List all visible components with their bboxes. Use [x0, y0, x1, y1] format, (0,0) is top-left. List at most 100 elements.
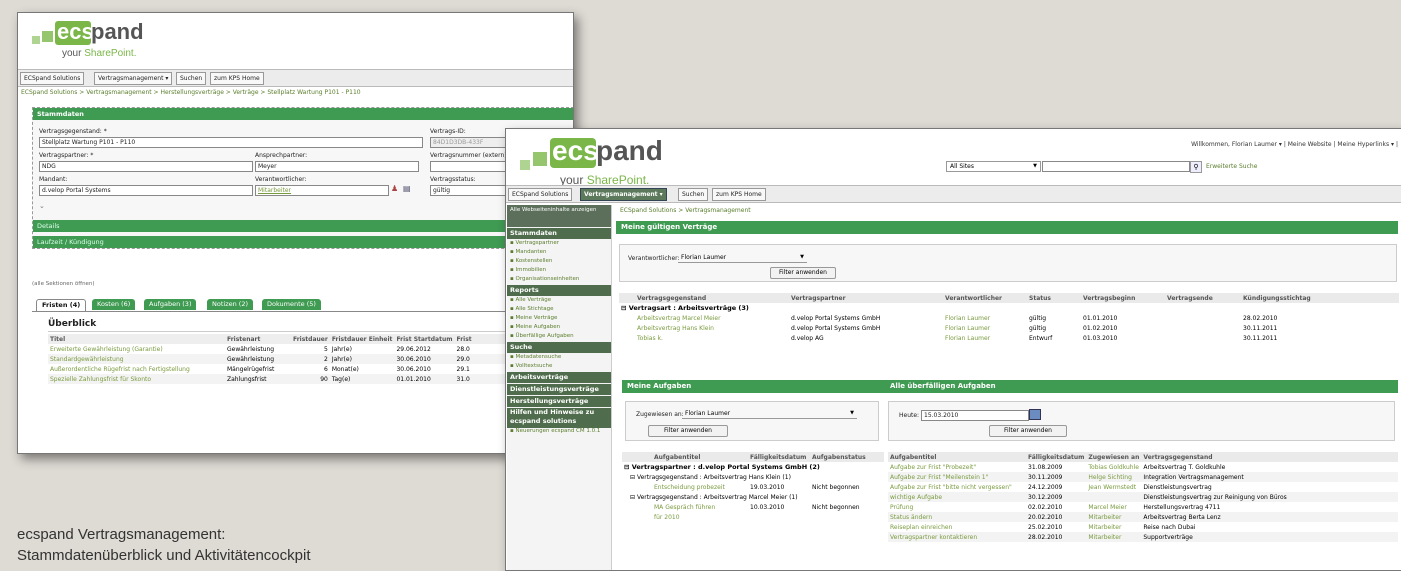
- table-row[interactable]: Aufgabe zur Frist "Meilenstein 1" 30.11.2…: [888, 472, 1398, 482]
- advanced-search-link[interactable]: Erweiterte Suche: [1206, 163, 1257, 170]
- sidebar-item[interactable]: ▪ Volltextsuche: [507, 362, 611, 371]
- partner-field[interactable]: NDG: [39, 161, 253, 172]
- address-book-icon[interactable]: ▤: [403, 184, 411, 193]
- nav-suchen[interactable]: Suchen: [176, 72, 207, 85]
- sidebar-hide-link[interactable]: Alle Webseiteninhalte anzeigen: [507, 205, 611, 227]
- expand-all-link[interactable]: (alle Sektionen öffnen): [32, 281, 95, 287]
- tab-notizen[interactable]: Notizen (2): [207, 299, 253, 310]
- subgroup-row[interactable]: ⊟ Vertragsgegenstand : Arbeitsvertrag Ma…: [622, 492, 884, 502]
- collapse-chevron-icon[interactable]: ⌄: [39, 202, 45, 210]
- table-row[interactable]: Spezielle Zahlungsfrist für Skonto Zahlun…: [48, 374, 573, 384]
- sidebar-group-dienstleistungsvertraege[interactable]: Dienstleistungsverträge: [507, 384, 611, 395]
- col-aufgabentitel[interactable]: Aufgabentitel: [888, 452, 1026, 462]
- sidebar-group-reports[interactable]: Reports: [507, 285, 611, 296]
- verantw-filter-select[interactable]: Florian Laumer ▼: [678, 253, 807, 263]
- heute-date-field[interactable]: 15.03.2010: [921, 410, 1029, 421]
- nav-suchen[interactable]: Suchen: [678, 188, 709, 201]
- col-einheit[interactable]: Fristdauer Einheit: [330, 334, 395, 344]
- table-row[interactable]: Aufgabe zur Frist "Probezeit" 31.08.2009 T…: [888, 462, 1398, 472]
- verantwortlicher-field[interactable]: Mitarbeiter: [255, 185, 389, 196]
- sidebar-item[interactable]: ▪ Immobilien: [507, 266, 611, 275]
- nav-vertragsmanagement[interactable]: Vertragsmanagement ▾: [94, 72, 173, 85]
- col-aufgabentitel[interactable]: Aufgabentitel: [622, 452, 748, 462]
- sidebar-item[interactable]: ▪ Vertragspartner: [507, 239, 611, 248]
- col-status[interactable]: Status: [1027, 293, 1081, 303]
- col-startdatum[interactable]: Frist Startdatum: [394, 334, 454, 344]
- table-row[interactable]: Arbeitsvertrag Marcel Meier d.velop Porta…: [619, 313, 1399, 323]
- sidebar-item[interactable]: ▪ Organisationseinheiten: [507, 275, 611, 284]
- table-row[interactable]: Tobias k. d.velop AG Florian Laumer Entwurf…: [619, 333, 1399, 343]
- collapse-icon[interactable]: ⊟: [630, 474, 635, 481]
- table-row[interactable]: Standardgewährleistung Gewährleistung 2 Jah…: [48, 354, 573, 364]
- sidebar-group-suche[interactable]: Suche: [507, 342, 611, 353]
- collapse-icon[interactable]: ⊟: [630, 494, 635, 501]
- col-kuendigungsstichtag[interactable]: Kündigungsstichtag: [1241, 293, 1399, 303]
- table-row[interactable]: Erweiterte Gewährleistung (Garantie) Gewä…: [48, 344, 573, 354]
- tab-dokumente[interactable]: Dokumente (5): [262, 299, 321, 310]
- sidebar-item[interactable]: ▪ Alle Verträge: [507, 296, 611, 305]
- tab-aufgaben[interactable]: Aufgaben (3): [144, 299, 197, 310]
- table-row[interactable]: Außerordentliche Rügefrist nach Fertigst…: [48, 364, 573, 374]
- col-vertragsende[interactable]: Vertragsende: [1165, 293, 1241, 303]
- col-aufgabenstatus[interactable]: Aufgabenstatus: [810, 452, 884, 462]
- table-row[interactable]: Arbeitsvertrag Hans Klein d.velop Portal …: [619, 323, 1399, 333]
- col-vertragsbeginn[interactable]: Vertragsbeginn: [1081, 293, 1165, 303]
- nav-kps-home[interactable]: zum KPS Home: [712, 188, 766, 201]
- nav-ecspand-solutions[interactable]: ECSpand Solutions: [20, 72, 85, 85]
- group-row[interactable]: ⊟ Vertragsart : Arbeitsverträge (3): [619, 303, 1399, 313]
- table-row[interactable]: Status ändern 20.02.2010 Mitarbeiter Arbeit…: [888, 512, 1398, 522]
- people-picker-icon[interactable]: ♟: [391, 184, 398, 193]
- assign-select[interactable]: Florian Laumer ▼: [682, 409, 857, 419]
- col-verantwortlicher[interactable]: Verantwortlicher: [943, 293, 1027, 303]
- group-row[interactable]: ⊟ Vertragspartner : d.velop Portal Syste…: [622, 462, 884, 472]
- details-bar[interactable]: Details: [33, 220, 573, 232]
- sidebar-item[interactable]: ▪ Meine Aufgaben: [507, 323, 611, 332]
- sidebar-item[interactable]: ▪ Metadatensuche: [507, 353, 611, 362]
- nav-ecspand-solutions[interactable]: ECSpand Solutions: [508, 188, 573, 201]
- sidebar-item[interactable]: ▪ Meine Verträge: [507, 314, 611, 323]
- gegenstand-field[interactable]: Stellplatz Wartung P101 - P110: [39, 137, 423, 148]
- sidebar-item[interactable]: ▪ Neuerungen ecspand CM 1.0.1: [507, 428, 611, 435]
- sidebar-group-herstellungsvertraege[interactable]: Herstellungsverträge: [507, 396, 611, 407]
- vertraege-filter-button[interactable]: Filter anwenden: [770, 267, 836, 279]
- table-row[interactable]: wichtige Aufgabe 30.12.2009 Dienstleistung…: [888, 492, 1398, 502]
- collapse-icon[interactable]: ⊟: [624, 463, 629, 471]
- sidebar-group-hilfen[interactable]: Hilfen und Hinweise zu ecspand solutions: [507, 408, 611, 428]
- col-vertragsgegenstand[interactable]: Vertragsgegenstand: [619, 293, 789, 303]
- table-row[interactable]: Vertragspartner kontaktieren 28.02.2010 Mi…: [888, 532, 1398, 542]
- ansprech-field[interactable]: Meyer: [255, 161, 419, 172]
- sidebar-item[interactable]: ▪ Überfällige Aufgaben: [507, 332, 611, 341]
- table-row[interactable]: Reiseplan einreichen 25.02.2010 Mitarbeite…: [888, 522, 1398, 532]
- col-vertragspartner[interactable]: Vertragspartner: [789, 293, 943, 303]
- sidebar-group-arbeitsvertraege[interactable]: Arbeitsverträge: [507, 372, 611, 383]
- collapse-icon[interactable]: ⊟: [621, 304, 626, 312]
- laufzeit-bar[interactable]: Laufzeit / Kündigung: [33, 236, 573, 248]
- search-icon[interactable]: ⚲: [1190, 161, 1202, 173]
- tab-fristen[interactable]: Fristen (4): [36, 299, 87, 311]
- col-titel[interactable]: Titel: [48, 334, 225, 344]
- nav-vertragsmanagement[interactable]: Vertragsmanagement ▾: [580, 188, 667, 201]
- sidebar-item[interactable]: ▪ Mandanten: [507, 248, 611, 257]
- subgroup-row[interactable]: ⊟ Vertragsgegenstand : Arbeitsvertrag Ha…: [622, 472, 884, 482]
- search-scope-select[interactable]: All Sites ▼: [946, 161, 1041, 172]
- search-input[interactable]: [1042, 161, 1190, 172]
- table-row[interactable]: Aufgabe zur Frist "bitte nicht vergessen…: [888, 482, 1398, 492]
- col-fristdauer[interactable]: Fristdauer: [291, 334, 330, 344]
- sidebar-item[interactable]: ▪ Alle Stichtage: [507, 305, 611, 314]
- calendar-icon[interactable]: [1029, 409, 1041, 420]
- nav-kps-home[interactable]: zum KPS Home: [210, 72, 264, 85]
- col-zugewiesen[interactable]: Zugewiesen an: [1086, 452, 1141, 462]
- ueberfaellig-filter-button[interactable]: Filter anwenden: [989, 425, 1067, 437]
- tab-kosten[interactable]: Kosten (6): [92, 299, 136, 310]
- col-fristenart[interactable]: Fristenart: [225, 334, 291, 344]
- sidebar-item[interactable]: ▪ Kostenstellen: [507, 257, 611, 266]
- table-row[interactable]: Prüfung 02.02.2010 Marcel Meier Herstellung…: [888, 502, 1398, 512]
- welcome-menu[interactable]: Willkommen, Florian Laumer ▾ | Meine Web…: [1191, 141, 1398, 148]
- sidebar-group-stammdaten[interactable]: Stammdaten: [507, 228, 611, 239]
- col-faelligkeitsdatum[interactable]: Fälligkeitsdatum: [748, 452, 810, 462]
- table-row[interactable]: Entscheidung probezeit 19.03.2010 Nicht be…: [622, 482, 884, 492]
- col-vertragsgegenstand[interactable]: Vertragsgegenstand: [1141, 452, 1398, 462]
- mandant-field[interactable]: d.velop Portal Systems: [39, 185, 253, 196]
- aufgaben-filter-button[interactable]: Filter anwenden: [648, 425, 728, 437]
- table-row[interactable]: MA Gespräch führen 10.03.2010 Nicht begonn…: [622, 502, 884, 512]
